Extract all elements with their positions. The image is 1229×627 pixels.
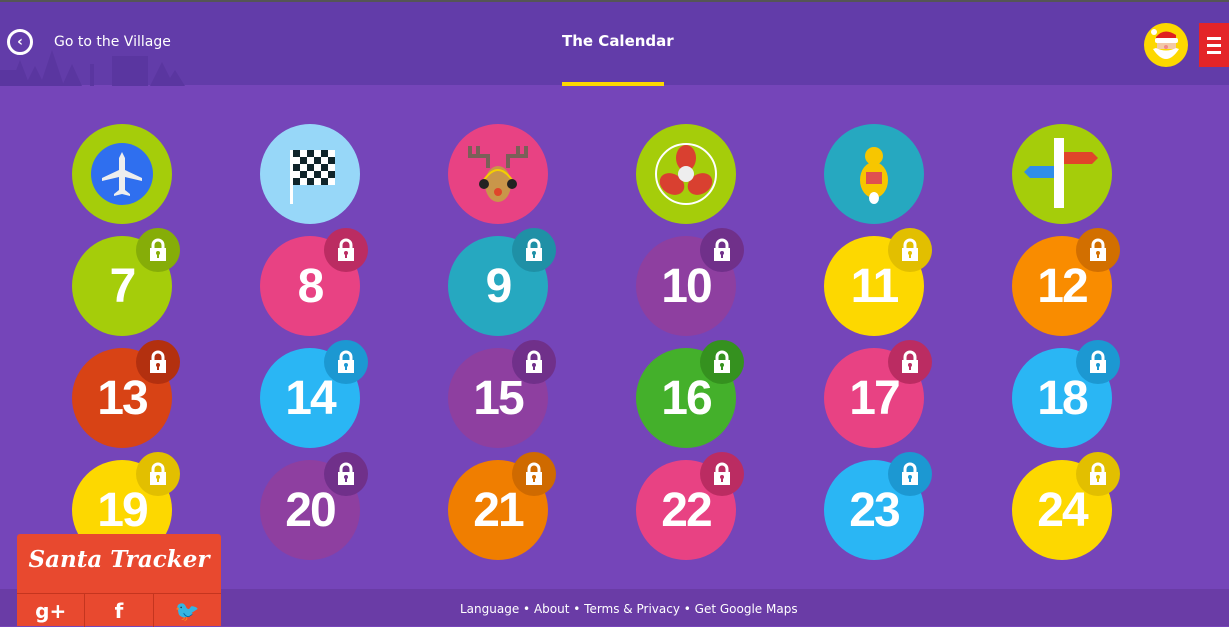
airplane-icon <box>91 143 153 205</box>
lock-badge <box>136 340 180 384</box>
google-plus-icon: g+ <box>35 598 67 623</box>
day-number: 20 <box>285 483 336 537</box>
day-number: 7 <box>109 259 137 313</box>
lock-badge <box>512 228 556 272</box>
checkered-flag-icon <box>290 150 335 204</box>
day-number: 12 <box>1037 259 1088 313</box>
bird-icon <box>860 147 888 204</box>
twitter-share-button[interactable]: 🐦 <box>154 594 221 627</box>
calendar-day-4[interactable] <box>636 124 736 224</box>
lock-badge <box>1076 452 1120 496</box>
lock-badge <box>324 452 368 496</box>
footer-link-about[interactable]: About <box>534 602 569 616</box>
calendar-day-6[interactable] <box>1012 124 1112 224</box>
day-number: 14 <box>285 371 336 425</box>
lock-icon <box>902 238 918 261</box>
lock-icon <box>150 350 166 373</box>
lock-badge <box>700 228 744 272</box>
day-number: 13 <box>97 371 148 425</box>
footer-link-language[interactable]: Language <box>460 602 519 616</box>
day-number: 23 <box>849 483 900 537</box>
lock-icon <box>714 350 730 373</box>
twitter-icon: 🐦 <box>174 598 200 623</box>
facebook-share-button[interactable]: f <box>85 594 154 627</box>
link-separator: • <box>519 602 534 616</box>
day-number: 8 <box>297 259 325 313</box>
social-buttons: g+ f 🐦 <box>17 593 221 627</box>
facebook-icon: f <box>114 598 124 623</box>
lock-icon <box>714 238 730 261</box>
lock-icon <box>150 462 166 485</box>
day-number: 22 <box>661 483 712 537</box>
reindeer-icon <box>468 146 528 202</box>
day-number: 11 <box>850 259 900 313</box>
footer-links: Language • About • Terms & Privacy • Get… <box>460 602 798 616</box>
calendar-day-5[interactable] <box>824 124 924 224</box>
lock-badge <box>888 340 932 384</box>
lock-icon <box>902 462 918 485</box>
lock-badge <box>700 452 744 496</box>
calendar-grid: 7 8 9 10 11 12 13 14 15 16 17 18 19 20 21 22 23 24 <box>0 0 1229 626</box>
link-separator: • <box>569 602 585 616</box>
day-number: 9 <box>485 259 513 313</box>
lock-icon <box>1090 238 1106 261</box>
lock-icon <box>714 462 730 485</box>
lock-badge <box>512 340 556 384</box>
lock-badge <box>1076 340 1120 384</box>
lock-badge <box>136 452 180 496</box>
lock-badge <box>888 452 932 496</box>
link-separator: • <box>679 602 695 616</box>
lock-icon <box>1090 350 1106 373</box>
day-number: 17 <box>849 371 900 425</box>
calendar-day-2[interactable] <box>260 124 360 224</box>
lock-icon <box>526 350 542 373</box>
day-number: 15 <box>473 371 524 425</box>
lock-badge <box>1076 228 1120 272</box>
day-number: 24 <box>1037 483 1088 537</box>
google-plus-share-button[interactable]: g+ <box>17 594 86 627</box>
day-number: 21 <box>473 483 524 537</box>
lock-icon <box>338 238 354 261</box>
calendar-day-3[interactable] <box>448 124 548 224</box>
lock-icon <box>1090 462 1106 485</box>
santa-tracker-panel: Santa Tracker g+ f 🐦 <box>17 534 221 627</box>
lock-icon <box>338 350 354 373</box>
calendar-day-1[interactable] <box>72 124 172 224</box>
lock-icon <box>526 462 542 485</box>
lock-badge <box>700 340 744 384</box>
day-number: 18 <box>1037 371 1088 425</box>
signpost-icon <box>1024 138 1098 208</box>
fan-icon <box>655 143 717 205</box>
lock-icon <box>526 238 542 261</box>
day-number: 19 <box>97 483 148 537</box>
lock-icon <box>338 462 354 485</box>
lock-badge <box>324 340 368 384</box>
footer-link-get-google-maps[interactable]: Get Google Maps <box>695 602 798 616</box>
lock-badge <box>512 452 556 496</box>
lock-icon <box>150 238 166 261</box>
day-number: 16 <box>661 371 712 425</box>
lock-icon <box>902 350 918 373</box>
footer-link-terms-privacy[interactable]: Terms & Privacy <box>584 602 680 616</box>
day-number: 10 <box>661 259 712 313</box>
lock-badge <box>324 228 368 272</box>
santa-tracker-logo[interactable]: Santa Tracker <box>17 546 221 573</box>
lock-badge <box>888 228 932 272</box>
lock-badge <box>136 228 180 272</box>
